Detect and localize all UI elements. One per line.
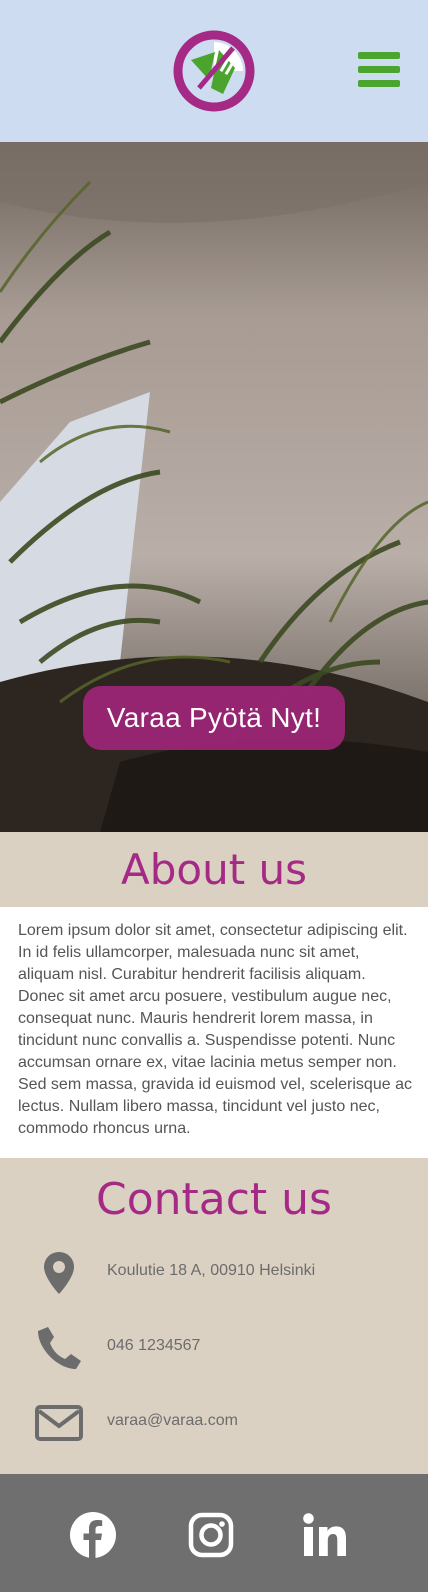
phone-text[interactable]: 046 1234567 (107, 1337, 200, 1355)
about-title: About us (120, 845, 308, 894)
linkedin-icon[interactable] (300, 1510, 350, 1560)
envelope-icon (35, 1405, 83, 1441)
about-heading-band: About us (0, 832, 428, 907)
hamburger-menu-icon[interactable] (358, 52, 400, 90)
contact-phone: 046 1234567 (0, 1323, 428, 1377)
contact-section: Contact us Koulutie 18 A, 00910 Helsinki… (0, 1158, 428, 1474)
plate-fork-knife-logo[interactable] (171, 28, 257, 114)
about-body: Lorem ipsum dolor sit amet, consectetur … (18, 922, 412, 1137)
instagram-icon[interactable] (186, 1510, 236, 1560)
contact-address: Koulutie 18 A, 00910 Helsinki (0, 1248, 428, 1302)
address-text: Koulutie 18 A, 00910 Helsinki (107, 1262, 316, 1279)
contact-title: Contact us (96, 1174, 332, 1225)
facebook-icon[interactable] (68, 1510, 118, 1560)
site-footer (0, 1474, 428, 1592)
reserve-table-button[interactable]: Varaa Pyötä Nyt! (83, 686, 345, 750)
phone-icon (38, 1327, 81, 1369)
location-pin-icon (44, 1252, 74, 1294)
contact-email: varaa@varaa.com (0, 1398, 428, 1452)
menu-bar (358, 66, 400, 73)
email-text[interactable]: varaa@varaa.com (107, 1412, 238, 1430)
site-header (0, 0, 428, 142)
menu-bar (358, 80, 400, 87)
menu-bar (358, 52, 400, 59)
